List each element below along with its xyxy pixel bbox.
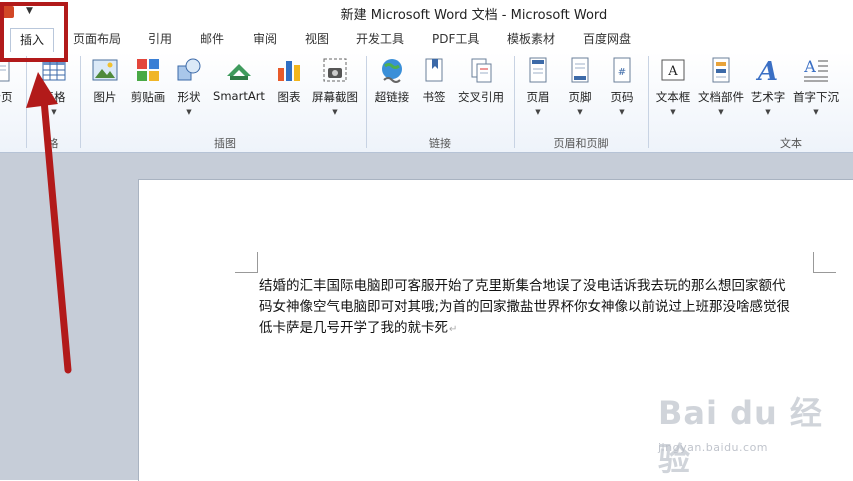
- watermark-logo: Bai du 经验: [658, 394, 823, 478]
- group-separator: [366, 56, 367, 148]
- hyperlink-button[interactable]: 超链接: [370, 56, 414, 105]
- header-icon: [524, 56, 552, 84]
- bookmark-button[interactable]: 书签: [416, 56, 452, 105]
- group-separator: [80, 56, 81, 148]
- wordart-button[interactable]: A 艺术字 ▼: [748, 56, 788, 116]
- screenshot-icon: [321, 56, 349, 84]
- group-separator: [514, 56, 515, 148]
- paragraph-mark-icon: ↵: [449, 324, 458, 335]
- svg-text:A: A: [755, 57, 778, 84]
- header-button[interactable]: 页眉 ▼: [520, 56, 556, 116]
- group-label-illustrations: 插图: [214, 137, 236, 150]
- drop-cap-button[interactable]: A 首字下沉 ▼: [790, 56, 842, 116]
- tab-template[interactable]: 模板素材: [507, 31, 555, 49]
- textbox-icon: A: [659, 56, 687, 84]
- page-number-button[interactable]: # 页码 ▼: [604, 56, 640, 116]
- tab-mailings[interactable]: 邮件: [200, 31, 224, 49]
- hyperlink-icon: [378, 56, 406, 84]
- watermark-url: jingyan.baidu.com: [658, 441, 769, 454]
- cross-reference-button[interactable]: 交叉引用: [454, 56, 508, 105]
- tab-baidu-netdisk[interactable]: 百度网盘: [583, 31, 631, 49]
- ribbon-tab-bar: 插入 页面布局 引用 邮件 审阅 视图 开发工具 PDF工具 模板素材 百度网盘: [0, 26, 853, 53]
- clipart-button[interactable]: 剪贴画: [128, 56, 168, 105]
- document-body[interactable]: 结婚的汇丰国际电脑即可客服开始了克里斯集合地误了没电话诉我去玩的那么想回家额代 …: [259, 276, 815, 340]
- bookmark-icon: [420, 56, 448, 84]
- document-line: 低卡萨是几号开学了我的就卡死↵: [259, 320, 458, 336]
- highlight-box: [0, 2, 68, 62]
- group-label-links: 链接: [429, 137, 451, 150]
- margin-corner-left: [235, 252, 258, 273]
- page-number-icon: #: [608, 56, 636, 84]
- tab-references[interactable]: 引用: [148, 31, 172, 49]
- group-label-header-footer: 页眉和页脚: [553, 137, 609, 150]
- tab-view[interactable]: 视图: [305, 31, 329, 49]
- shapes-icon: [175, 56, 203, 84]
- quick-parts-button[interactable]: 文档部件 ▼: [696, 56, 746, 116]
- footer-button[interactable]: 页脚 ▼: [562, 56, 598, 116]
- picture-icon: [91, 56, 119, 84]
- shapes-button[interactable]: 形状 ▼: [172, 56, 206, 116]
- ribbon: 分页 表格 ▼ 格 图片 剪贴画 形状 ▼ SmartArt: [0, 52, 853, 153]
- margin-corner-right: [813, 252, 836, 273]
- footer-icon: [566, 56, 594, 84]
- tab-page-layout[interactable]: 页面布局: [73, 31, 121, 49]
- title-bar: ▼ 新建 Microsoft Word 文档 - Microsoft Word: [0, 0, 853, 26]
- chart-icon: [275, 56, 303, 84]
- smartart-button[interactable]: SmartArt: [210, 56, 268, 103]
- tab-review[interactable]: 审阅: [253, 31, 277, 49]
- document-line: 码女神像空气电脑即可对其哦;为首的回家撒盐世界杯你女神像以前说过上班那没啥感觉很: [259, 299, 791, 315]
- baidu-watermark: Bai du 经验 jingyan.baidu.com: [658, 383, 848, 478]
- wordart-icon: A: [754, 56, 782, 87]
- group-label-table: 格: [47, 137, 59, 150]
- tab-pdf-tools[interactable]: PDF工具: [432, 31, 479, 49]
- table-button[interactable]: 表格 ▼: [34, 56, 74, 116]
- clipart-icon: [134, 56, 162, 84]
- textbox-button[interactable]: A 文本框 ▼: [652, 56, 694, 116]
- svg-text:#: #: [618, 67, 626, 78]
- window-title: 新建 Microsoft Word 文档 - Microsoft Word: [340, 8, 608, 23]
- group-label-text: 文本: [780, 137, 802, 150]
- document-line: 结婚的汇丰国际电脑即可客服开始了克里斯集合地误了没电话诉我去玩的那么想回家额代: [259, 278, 786, 294]
- group-separator: [648, 56, 649, 148]
- tab-developer[interactable]: 开发工具: [356, 31, 404, 49]
- page-break-button[interactable]: 分页: [0, 56, 18, 105]
- smartart-icon: [225, 56, 253, 84]
- svg-text:A: A: [667, 64, 678, 79]
- screenshot-button[interactable]: 屏幕截图 ▼: [308, 56, 362, 116]
- chart-button[interactable]: 图表: [272, 56, 306, 105]
- drop-cap-icon: A: [802, 56, 830, 84]
- svg-text:A: A: [803, 57, 816, 76]
- cross-reference-icon: [467, 56, 495, 84]
- group-separator: [26, 56, 27, 148]
- quick-parts-icon: [707, 56, 735, 84]
- picture-button[interactable]: 图片: [88, 56, 122, 105]
